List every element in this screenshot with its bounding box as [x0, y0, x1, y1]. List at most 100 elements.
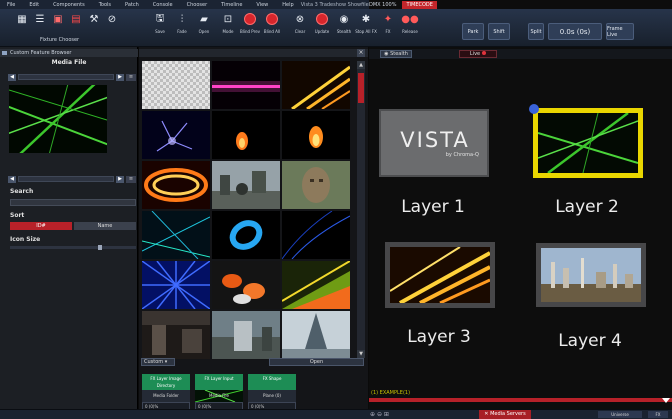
select-icon: ▣ [53, 13, 63, 25]
laser-preview-image [389, 246, 491, 305]
tab-live[interactable]: Live [459, 50, 497, 58]
custom-dropdown[interactable]: Custom ▾ [141, 358, 175, 366]
fade-button[interactable]: ⫶ Fade [172, 12, 192, 42]
media-thumbnail[interactable] [282, 111, 350, 159]
panel-title: Custom Feature Browser [0, 49, 138, 57]
menu-chooser[interactable]: Chooser [180, 2, 215, 8]
secondary-slider[interactable]: ◀ ▶ ≡ [8, 175, 136, 183]
open-button[interactable]: Open [269, 358, 364, 366]
layer-1-preview[interactable]: VISTA by Chroma-Q [379, 109, 489, 177]
scroll-down-icon[interactable]: ▼ [357, 350, 365, 358]
pool-image-directory[interactable]: FX Layer Image Directory Media Folder 0 … [142, 374, 190, 414]
pool-title: FX Layer Input [195, 374, 243, 390]
pool-media-file[interactable]: FX Layer Input Media File 0 (0)% [195, 374, 243, 414]
media-thumbnail[interactable] [142, 61, 210, 109]
shift-button[interactable]: Shift [488, 23, 510, 40]
clear-button[interactable]: ⊗ Clear [290, 12, 310, 42]
layer-4-preview[interactable] [536, 243, 646, 307]
blind-all-button[interactable]: Blind All [262, 12, 282, 42]
stop-all-fx-button[interactable]: ✱ Stop All FX [355, 12, 377, 42]
layer-2-preview[interactable] [529, 104, 643, 178]
mode-label: Mode [222, 29, 234, 34]
fixture-off-button[interactable]: ⊘ [102, 12, 122, 42]
media-thumbnail[interactable] [212, 111, 280, 159]
media-file-slider[interactable]: ◀ ▶ ≡ [8, 73, 136, 81]
tab-stealth[interactable]: ◉ Stealth [380, 50, 412, 58]
sort-by-name-button[interactable]: Name [74, 222, 136, 230]
media-thumbnail[interactable] [282, 61, 350, 109]
menu-edit[interactable]: Edit [22, 2, 46, 8]
slider-right-icon[interactable]: ▶ [116, 175, 124, 183]
release-button[interactable]: ●● Release [400, 12, 420, 42]
close-icon[interactable]: × [357, 49, 365, 57]
media-thumbnail[interactable] [282, 161, 350, 209]
sort-by-id-button[interactable]: ID# [10, 222, 72, 230]
save-button[interactable]: 🖫 Save [150, 12, 170, 42]
bottom-right-tab[interactable]: FX [648, 411, 668, 418]
zoom-out-icon[interactable]: ⊖ [377, 411, 382, 418]
open-toolbar-button[interactable]: ▰ Open [194, 12, 214, 42]
menu-tools[interactable]: Tools [92, 2, 118, 8]
slider-track[interactable] [18, 74, 114, 80]
media-thumbnail[interactable] [212, 211, 280, 259]
menu-console[interactable]: Console [146, 2, 180, 8]
timecode-badge[interactable]: TIMECODE [402, 0, 437, 9]
media-thumbnail[interactable] [142, 161, 210, 209]
selection-handle-icon[interactable] [529, 104, 539, 114]
media-thumbnail[interactable] [212, 161, 280, 209]
media-thumbnail[interactable] [212, 311, 280, 359]
media-thumbnail[interactable] [282, 261, 350, 309]
menu-view[interactable]: View [249, 2, 275, 8]
slider-track[interactable] [18, 176, 114, 182]
layer-3-preview[interactable] [385, 242, 495, 308]
menu-help[interactable]: Help [275, 2, 300, 8]
park-button[interactable]: Park [462, 23, 484, 40]
slider-knob[interactable] [98, 245, 102, 250]
fit-icon[interactable]: ⊞ [384, 411, 389, 418]
menu-components[interactable]: Components [46, 2, 92, 8]
slider-menu-icon[interactable]: ≡ [126, 175, 136, 183]
panel-title-text: Custom Feature Browser [10, 50, 72, 56]
icon-size-slider[interactable] [10, 245, 136, 250]
media-thumbnail[interactable] [282, 211, 350, 259]
frame-live-button[interactable]: Frame Live [606, 23, 634, 40]
blind-prev-button[interactable]: Blind Prev [240, 12, 260, 42]
media-thumbnail[interactable] [212, 61, 280, 109]
media-servers-tab[interactable]: ✕ Media Servers [479, 410, 531, 419]
laser-preview-image [9, 85, 107, 153]
media-thumbnail[interactable] [282, 311, 350, 359]
split-button[interactable]: Split [528, 23, 544, 40]
search-input[interactable] [10, 199, 136, 206]
mode-button[interactable]: ⊡ Mode [218, 12, 238, 42]
fx-button[interactable]: ✦ FX [378, 12, 398, 42]
vista-logo: VISTA [400, 128, 470, 152]
slider-left-icon[interactable]: ◀ [8, 175, 16, 183]
fixture-tools-button[interactable]: ⚒ [84, 12, 104, 42]
sliders-icon: ⫶ [180, 13, 184, 25]
scrollbar-thumb[interactable] [358, 73, 364, 103]
media-thumbnail[interactable] [142, 311, 210, 359]
menu-patch[interactable]: Patch [118, 2, 146, 8]
media-thumbnail[interactable] [142, 111, 210, 159]
scroll-up-icon[interactable]: ▲ [357, 61, 365, 69]
progress-bar [369, 398, 672, 402]
menu-file[interactable]: File [0, 2, 22, 8]
menu-timeline[interactable]: Timeline [214, 2, 249, 8]
slider-menu-icon[interactable]: ≡ [126, 73, 136, 81]
stealth-button[interactable]: ◉ Stealth [334, 12, 354, 42]
update-button[interactable]: Update [312, 12, 332, 42]
triangle-down-icon[interactable] [662, 398, 670, 403]
slider-left-icon[interactable]: ◀ [8, 73, 16, 81]
media-thumbnail[interactable] [142, 261, 210, 309]
fixture-grid-button[interactable]: ▦ [12, 12, 32, 42]
media-thumbnail[interactable] [212, 261, 280, 309]
slider-right-icon[interactable]: ▶ [116, 73, 124, 81]
media-thumbnail-grid [142, 61, 352, 359]
media-thumbnail[interactable] [142, 211, 210, 259]
clear-label: Clear [294, 29, 306, 34]
fade-time-display[interactable]: 0.0s (0s) [548, 23, 602, 40]
zoom-in-icon[interactable]: ⊕ [370, 411, 375, 418]
pool-shape[interactable]: FX Shape Plane (0) 0 (0)% [248, 374, 296, 414]
grid-scrollbar[interactable]: ▲ ▼ [357, 61, 365, 358]
universe-tab[interactable]: Universe [598, 411, 642, 418]
